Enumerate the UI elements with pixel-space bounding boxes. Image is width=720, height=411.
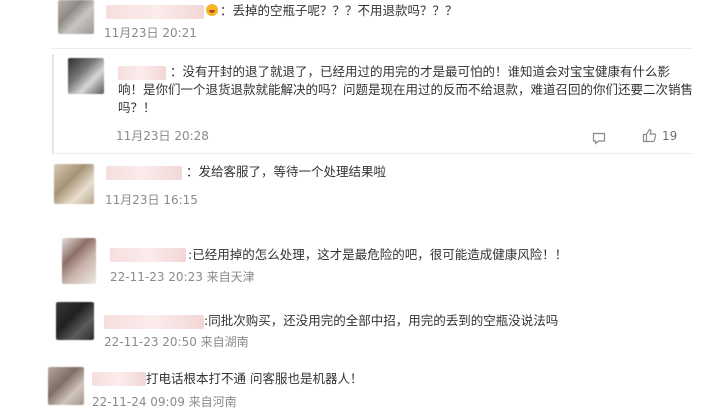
- username-blurred[interactable]: [92, 372, 146, 386]
- username-blurred[interactable]: [104, 315, 204, 329]
- username-blurred[interactable]: [106, 166, 182, 180]
- comment-icon[interactable]: [592, 130, 606, 145]
- comment-text: :已经用掉的怎么处理，这才是最危险的吧，很可能造成健康风险！！: [188, 247, 568, 262]
- divider: [52, 153, 692, 154]
- avatar[interactable]: [68, 58, 104, 94]
- comment-time: 22-11-23 20:50 来自湖南: [104, 335, 249, 349]
- comment-time: 22-11-24 09:09 来自河南: [92, 395, 237, 409]
- comment-time: 11月23日 16:15: [105, 193, 198, 207]
- comment-time: 11月23日 20:21: [104, 26, 197, 40]
- emoji-icon: [206, 4, 218, 16]
- divider: [52, 48, 692, 49]
- avatar[interactable]: [54, 164, 94, 204]
- comment-text: 打电话根本打不通 问客服也是机器人！: [146, 371, 363, 386]
- avatar[interactable]: [58, 0, 94, 34]
- comment-text: ：丢掉的空瓶子呢？？？不用退款吗？？？: [206, 2, 458, 20]
- avatar[interactable]: [48, 367, 84, 405]
- comment-text: :同批次购买，还没用完的全部中招，用完的丢到的空瓶没说法吗: [204, 313, 559, 328]
- comment-text: ：没有开封的退了就退了，已经用过的用完的才是最可怕的！谁知道会对宝宝健康有什么影…: [118, 64, 694, 115]
- username-blurred[interactable]: [110, 248, 186, 262]
- reply-line: [52, 54, 54, 154]
- like-count: 19: [662, 129, 678, 143]
- username-blurred[interactable]: [106, 5, 204, 19]
- avatar[interactable]: [56, 302, 94, 340]
- comment-text: ：发给客服了，等待一个处理结果啦: [186, 164, 387, 179]
- comment-time: 11月23日 20:28: [116, 129, 209, 143]
- comment-time: 22-11-23 20:23 来自天津: [110, 270, 255, 284]
- thumbs-up-icon[interactable]: [642, 128, 657, 143]
- avatar[interactable]: [62, 238, 96, 284]
